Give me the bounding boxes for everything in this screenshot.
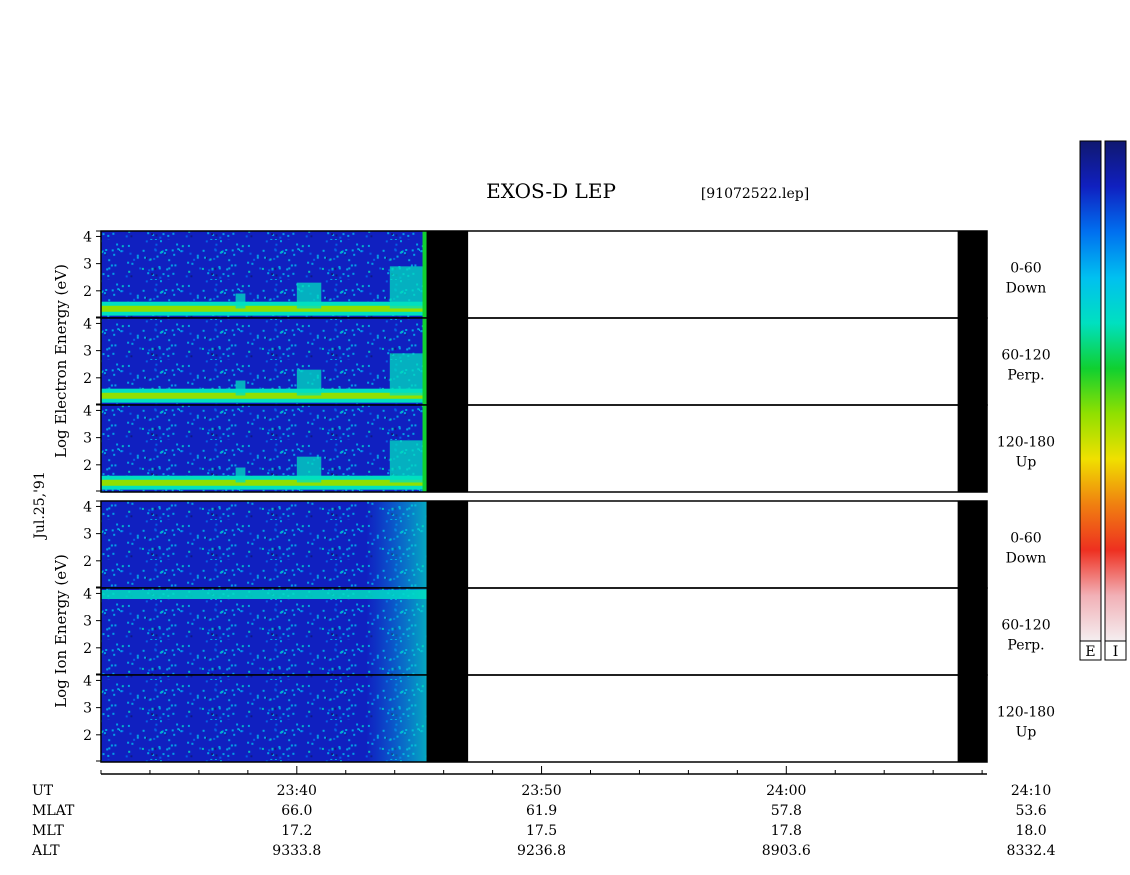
axis-mlt-value: 17.5 (526, 823, 557, 839)
panel-electron-3: 2 3 4 120-180 Up (83, 403, 1055, 493)
axis-alt-value: 8332.4 (1007, 843, 1056, 859)
panel-ion-3-ytick-label-4: 4 (83, 673, 92, 689)
panel-ion-1-ytick-label-4: 4 (83, 499, 92, 515)
axis-row-label-mlat: MLAT (32, 803, 75, 819)
ion-energy-axis-label: Log Ion Energy (eV) (52, 554, 70, 708)
panel-electron-1-direction-label: Down (1006, 281, 1047, 297)
axis-alt-value: 9333.8 (272, 843, 321, 859)
panel-ion-3-gap-bar (426, 675, 469, 762)
panel-electron-3-edge (422, 405, 427, 492)
panel-electron-1: 2 3 4 0-60 Down (83, 229, 1047, 319)
panel-ion-2: 2 3 4 60-120 Perp. (83, 586, 1051, 676)
time-axis: UT23:4023:5024:0024:1024:20MLAT66.061.95… (31, 766, 1056, 859)
panel-electron-1-gap-bar (426, 231, 469, 318)
panel-electron-2-end-bar (957, 318, 987, 405)
panel-ion-1-direction-label: Down (1006, 551, 1047, 567)
panel-electron-1-burst-2 (296, 282, 322, 309)
axis-ut-value: 23:50 (521, 783, 561, 799)
panel-ion-1: 2 3 4 0-60 Down (83, 499, 1047, 589)
colorbar-2 (1104, 140, 1127, 642)
panel-electron-3-direction-label: Up (1016, 455, 1037, 471)
panel-ion-2-pitch-label: 60-120 (1001, 618, 1050, 634)
axis-row-label-mlt: MLT (32, 823, 64, 839)
panel-electron-1-end-bar (957, 231, 987, 318)
panel-ion-1-ytick-label-3: 3 (83, 527, 92, 543)
panel-ion-1-fade (366, 501, 427, 588)
axis-mlt-value: 18.0 (1015, 823, 1046, 839)
panel-ion-2-fade (366, 588, 427, 675)
panel-electron-1-ytick-label-4: 4 (83, 229, 92, 245)
panel-electron-3-pitch-label: 120-180 (997, 435, 1055, 451)
panel-ion-3-direction-label: Up (1016, 725, 1037, 741)
axis-ut-value: 23:40 (277, 783, 317, 799)
panel-ion-2-direction-label: Perp. (1007, 638, 1044, 654)
panel-electron-3-burst-1 (235, 467, 246, 483)
spectrogram-panels: 2 3 4 0-60 Down 2 3 4 60-120 Perp. 2 3 4 120-180 Up 2 3 4… (83, 229, 1055, 763)
axis-row-label-ut: UT (32, 783, 54, 799)
panel-ion-3-end-bar (957, 675, 987, 762)
axis-mlat-value: 66.0 (281, 803, 312, 819)
panel-electron-3-ytick-label-4: 4 (83, 403, 92, 419)
panel-electron-1-pitch-label: 0-60 (1010, 261, 1041, 277)
axis-row-label-alt: ALT (31, 843, 60, 859)
panel-electron-3-ytick-label-3: 3 (83, 431, 92, 447)
panel-electron-2-burst-2 (296, 369, 322, 396)
panel-electron-2-pitch-label: 60-120 (1001, 348, 1050, 364)
panel-electron-2-ytick-label-4: 4 (83, 316, 92, 332)
axis-ut-value: 24:10 (1011, 783, 1051, 799)
axis-mlat-value: 53.6 (1015, 803, 1046, 819)
panel-electron-2-ytick-label-2: 2 (83, 371, 92, 387)
panel-electron-2: 2 3 4 60-120 Perp. (83, 316, 1051, 406)
axis-mlt-value: 17.2 (281, 823, 312, 839)
panel-electron-3-gap-bar (426, 405, 469, 492)
panel-electron-2-direction-label: Perp. (1007, 368, 1044, 384)
axis-alt-value: 8903.6 (762, 843, 811, 859)
axis-mlat-value: 57.8 (771, 803, 802, 819)
panel-electron-3-end-bar (957, 405, 987, 492)
panel-ion-2-ytick-label-4: 4 (83, 586, 92, 602)
axis-ut-value: 24:00 (766, 783, 806, 799)
panel-ion-1-end-bar (957, 501, 987, 588)
electron-energy-axis-label: Log Electron Energy (eV) (52, 264, 70, 458)
panel-electron-3-band-core (101, 479, 427, 486)
panel-electron-3-ytick-label-2: 2 (83, 458, 92, 474)
date-label: Jul.25,'91 (32, 471, 48, 540)
axis-mlt-value: 17.8 (771, 823, 802, 839)
file-label: [91072522.lep] (701, 186, 809, 202)
panel-electron-3-burst-2 (296, 456, 322, 483)
panel-ion-1-pitch-label: 0-60 (1010, 531, 1041, 547)
chart-title: EXOS-D LEP (486, 179, 616, 203)
panel-electron-2-gap-bar (426, 318, 469, 405)
panel-ion-2-ytick-label-2: 2 (83, 641, 92, 657)
panel-electron-1-burst-1 (235, 293, 246, 309)
axis-mlat-value: 61.9 (526, 803, 557, 819)
panel-electron-1-ytick-label-2: 2 (83, 284, 92, 300)
panel-ion-3-ytick-label-2: 2 (83, 728, 92, 744)
panel-ion-2-ytick-label-3: 3 (83, 614, 92, 630)
panel-ion-1-gap-bar (426, 501, 469, 588)
panel-electron-2-edge (422, 318, 427, 405)
panel-electron-2-ytick-label-3: 3 (83, 344, 92, 360)
panel-ion-3: 2 3 4 120-180 Up (83, 673, 1055, 763)
colorbar-label-2: I (1113, 644, 1119, 660)
panel-electron-2-burst-1 (235, 380, 246, 396)
panel-ion-2-end-bar (957, 588, 987, 675)
panel-electron-2-band-core (101, 392, 427, 399)
lep-spectrogram-figure: EXOS-D LEP [91072522.lep] Jul.25,'91 Log… (31, 140, 1127, 859)
colorbar-label-1: E (1085, 644, 1095, 660)
panel-electron-1-band-core (101, 305, 427, 312)
panel-electron-1-ytick-label-3: 3 (83, 257, 92, 273)
panel-ion-2-gap-bar (426, 588, 469, 675)
panel-electron-1-edge (422, 231, 427, 318)
panel-ion-1-ytick-label-2: 2 (83, 554, 92, 570)
colorbar-1 (1079, 140, 1102, 642)
panel-ion-3-pitch-label: 120-180 (997, 705, 1055, 721)
axis-alt-value: 9236.8 (517, 843, 566, 859)
panel-ion-3-ytick-label-3: 3 (83, 701, 92, 717)
panel-ion-3-fade (366, 675, 427, 762)
colorbar: EI (1079, 140, 1127, 661)
